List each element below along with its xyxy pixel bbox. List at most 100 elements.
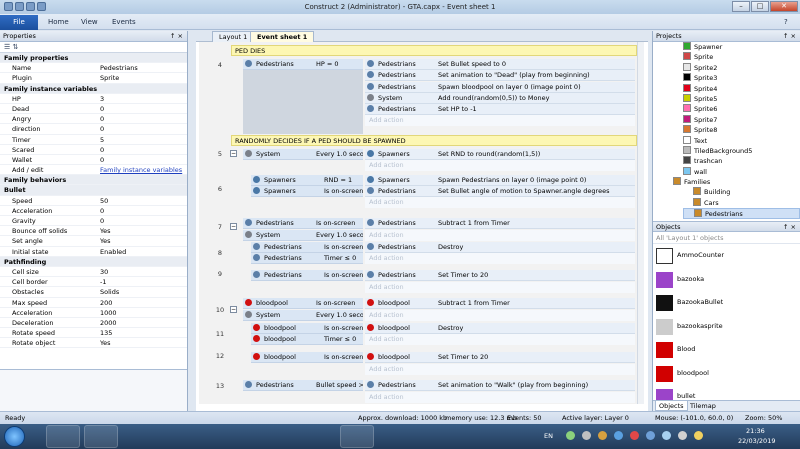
save-icon[interactable]	[15, 2, 24, 11]
property-value[interactable]: 0	[98, 104, 187, 113]
tray-icon-9[interactable]	[694, 431, 703, 440]
event-action[interactable]: Spawners Spawn Pedestrians on layer 0 (im…	[365, 175, 635, 186]
property-row[interactable]: Gravity 0	[0, 216, 187, 227]
project-tree-item[interactable]: Sprite7	[683, 114, 800, 125]
tray-icon-3[interactable]	[598, 431, 607, 440]
event-condition[interactable]: bloodpool Timer ≤ 0	[251, 334, 363, 345]
minimize-button[interactable]: –	[732, 1, 750, 12]
collapse-toggle-icon[interactable]: −	[230, 306, 237, 313]
property-value[interactable]: 0	[98, 216, 187, 225]
property-link[interactable]: Family instance variables	[98, 165, 187, 174]
objects-pin-icon[interactable]: ↑ ×	[783, 222, 796, 233]
tab-view[interactable]: View	[81, 16, 98, 29]
property-row[interactable]: Speed 50	[0, 196, 187, 206]
property-row[interactable]: Name Pedestrians	[0, 63, 187, 74]
add-action-link[interactable]: Add action	[365, 115, 635, 126]
event-condition[interactable]: Pedestrians Is on-screen	[251, 270, 363, 281]
property-value[interactable]: Sprite	[98, 73, 187, 82]
property-row[interactable]: Rotate object Yes	[0, 338, 187, 349]
sort-categorized-icon[interactable]: ☰	[4, 43, 10, 51]
object-list-item[interactable]: bullet	[653, 385, 800, 401]
property-value[interactable]: Yes	[98, 226, 187, 235]
collapse-toggle-icon[interactable]: −	[230, 223, 237, 230]
property-value[interactable]: 1000	[98, 308, 187, 317]
object-list-item[interactable]: bloodpool	[653, 362, 800, 386]
file-menu-button[interactable]: File	[0, 15, 38, 30]
event-condition[interactable]: System Every 1.0 seconds	[243, 230, 363, 241]
tray-icon-5[interactable]	[630, 431, 639, 440]
event-condition[interactable]: Pedestrians HP = 0	[243, 59, 363, 70]
undo-icon[interactable]	[26, 2, 35, 11]
property-value[interactable]: -1	[98, 277, 187, 286]
event-condition[interactable]: bloodpool Is on-screen	[251, 323, 363, 334]
property-row[interactable]: Bounce off solids Yes	[0, 226, 187, 237]
tab-events[interactable]: Events	[112, 16, 136, 29]
object-list-item[interactable]: bazooka	[653, 268, 800, 292]
property-value[interactable]: 0	[98, 206, 187, 215]
event-action[interactable]: Pedestrians Subtract 1 from Timer	[365, 218, 635, 229]
add-action-link[interactable]: Add action	[365, 253, 635, 264]
property-section[interactable]: Family properties	[0, 53, 187, 64]
property-row[interactable]: HP 3	[0, 94, 187, 104]
collapse-toggle-icon[interactable]: −	[230, 150, 237, 157]
property-row[interactable]: Obstacles Solids	[0, 287, 187, 298]
property-value[interactable]: 5	[98, 135, 187, 144]
object-list-item[interactable]: Blood	[653, 338, 800, 362]
property-section[interactable]: Pathfinding	[0, 256, 187, 267]
add-action-link[interactable]: Add action	[365, 282, 635, 293]
tray-icon-2[interactable]	[582, 431, 591, 440]
event-action[interactable]: bloodpool Set Timer to 20	[365, 352, 635, 363]
tray-icon-1[interactable]	[566, 431, 575, 440]
project-tree-item[interactable]: Sprite	[683, 52, 800, 62]
sheet-scrollbar[interactable]	[637, 42, 644, 404]
event-action[interactable]: bloodpool Subtract 1 from Timer	[365, 298, 635, 309]
property-value[interactable]: 50	[98, 196, 187, 205]
add-action-link[interactable]: Add action	[365, 392, 635, 403]
event-action[interactable]: Pedestrians Set animation to "Dead" (play…	[365, 70, 635, 81]
taskbar-app-pen-icon[interactable]	[340, 425, 374, 448]
property-row[interactable]: Plugin Sprite	[0, 73, 187, 84]
property-value[interactable]: 135	[98, 328, 187, 337]
property-row[interactable]: Angry 0	[0, 114, 187, 125]
taskbar-app-construct-icon[interactable]	[84, 425, 118, 448]
event-condition[interactable]: Pedestrians Is on-screen	[243, 218, 363, 229]
taskbar-app-settings-icon[interactable]	[46, 425, 80, 448]
project-tree-item[interactable]: Sprite3	[683, 73, 800, 83]
add-action-link[interactable]: Add action	[365, 334, 635, 345]
language-indicator[interactable]: EN	[544, 432, 553, 440]
event-action[interactable]: Pedestrians Destroy	[365, 242, 635, 253]
add-action-link[interactable]: Add action	[365, 160, 635, 171]
project-tree-item[interactable]: Sprite6	[683, 104, 800, 114]
event-action[interactable]: Pedestrians Set Timer to 20	[365, 270, 635, 281]
pin-icon[interactable]: ↑ ×	[170, 31, 183, 42]
help-icon[interactable]: ?	[784, 16, 788, 29]
property-value[interactable]: 0	[98, 124, 187, 133]
event-action[interactable]: Spawners Set RND to round(random(1,5))	[365, 149, 635, 160]
property-value[interactable]: 2000	[98, 318, 187, 327]
event-condition[interactable]: bloodpool Is on-screen	[243, 298, 363, 309]
clock-time[interactable]: 21:36	[746, 427, 765, 435]
project-tree-item[interactable]: Building	[683, 187, 800, 197]
start-button[interactable]	[4, 426, 25, 447]
event-action[interactable]: System Add round(random(0,5)) to Money	[365, 93, 635, 104]
add-action-link[interactable]: Add action	[365, 364, 635, 375]
clock-date[interactable]: 22/03/2019	[738, 437, 775, 445]
objects-filter[interactable]: All 'Layout 1' objects	[653, 232, 800, 244]
property-value[interactable]: Pedestrians	[98, 63, 187, 72]
tab-event-sheet-1[interactable]: Event sheet 1	[250, 31, 315, 42]
property-section[interactable]: Family instance variables	[0, 83, 187, 94]
project-tree-item[interactable]: Pedestrians	[683, 208, 800, 219]
property-value[interactable]: Yes	[98, 236, 187, 245]
property-row[interactable]: Acceleration 0	[0, 206, 187, 216]
event-action[interactable]: Pedestrians Set HP to -1	[365, 104, 635, 115]
project-tree-item[interactable]: Families	[673, 177, 800, 187]
tab-layout-1[interactable]: Layout 1	[212, 31, 255, 42]
property-section[interactable]: Bullet	[0, 185, 187, 196]
event-condition[interactable]: Pedestrians Bullet speed > 0	[243, 380, 363, 391]
app-icon[interactable]	[4, 2, 13, 11]
property-row[interactable]: Cell size 30	[0, 267, 187, 278]
event-action[interactable]: Pedestrians Spawn bloodpool on layer 0 (i…	[365, 82, 635, 93]
event-condition[interactable]: Spawners RND = 1	[251, 175, 363, 186]
event-condition[interactable]: Spawners Is on-screen	[251, 186, 363, 197]
event-condition[interactable]: System Every 1.0 seconds	[243, 310, 363, 321]
